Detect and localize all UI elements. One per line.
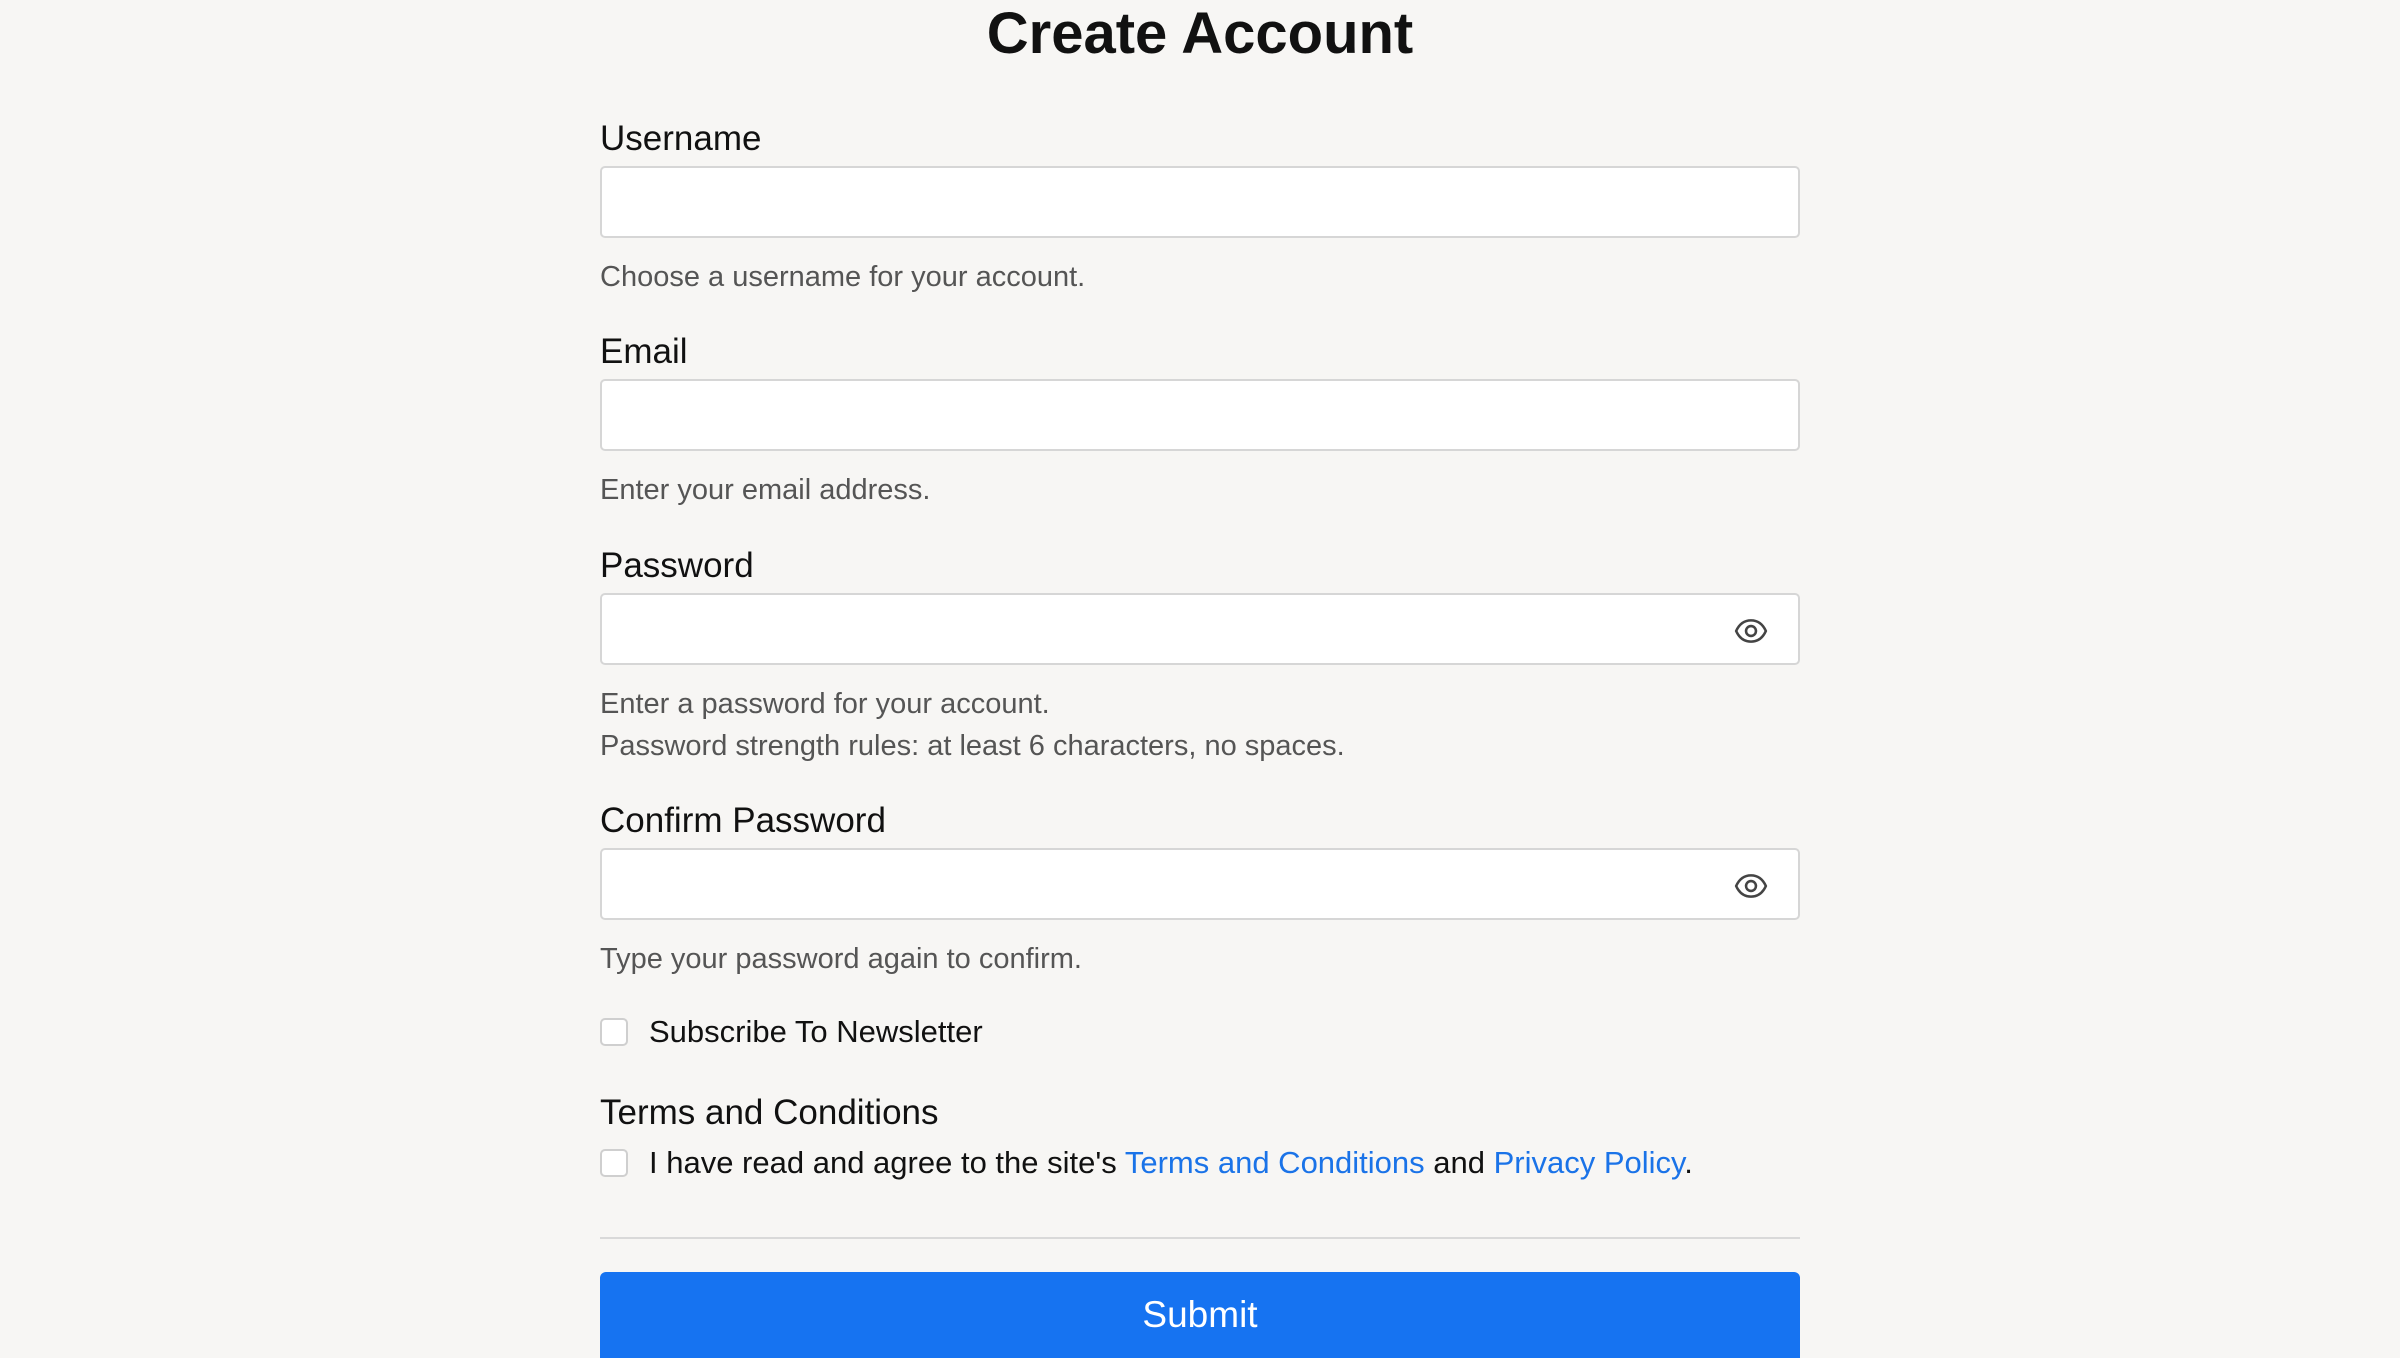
submit-button[interactable]: Submit: [600, 1272, 1800, 1358]
password-label: Password: [600, 546, 754, 585]
divider: [600, 1237, 1800, 1239]
terms-text-before: I have read and agree to the site's: [649, 1145, 1125, 1180]
username-help-text: Choose a username for your account.: [600, 261, 1086, 293]
confirm-password-help-text: Type your password again to confirm.: [600, 943, 1082, 975]
terms-agreement-label: I have read and agree to the site's Term…: [649, 1143, 1693, 1183]
newsletter-checkbox[interactable]: [600, 1018, 628, 1046]
eye-icon[interactable]: [1734, 614, 1768, 648]
terms-checkbox[interactable]: [600, 1149, 628, 1177]
eye-icon[interactable]: [1734, 869, 1768, 903]
email-help-text: Enter your email address.: [600, 474, 931, 506]
create-account-form: Username Choose a username for your acco…: [600, 0, 1800, 1358]
email-label: Email: [600, 332, 688, 371]
password-help-text: Enter a password for your account.: [600, 688, 1050, 720]
username-input[interactable]: [600, 166, 1800, 238]
terms-and-conditions-link[interactable]: Terms and Conditions: [1125, 1145, 1425, 1180]
terms-text-middle: and: [1424, 1145, 1494, 1180]
confirm-password-input[interactable]: [600, 848, 1800, 920]
terms-section-title: Terms and Conditions: [600, 1093, 939, 1132]
privacy-policy-link[interactable]: Privacy Policy: [1494, 1145, 1685, 1180]
newsletter-label[interactable]: Subscribe To Newsletter: [649, 1012, 983, 1052]
password-strength-rules: Password strength rules: at least 6 char…: [600, 730, 1345, 762]
password-input[interactable]: [600, 593, 1800, 665]
username-label: Username: [600, 119, 762, 158]
terms-text-after: .: [1684, 1145, 1693, 1180]
confirm-password-label: Confirm Password: [600, 801, 886, 840]
create-account-page: Create Account Username Choose a usernam…: [0, 0, 2400, 1358]
email-input[interactable]: [600, 379, 1800, 451]
